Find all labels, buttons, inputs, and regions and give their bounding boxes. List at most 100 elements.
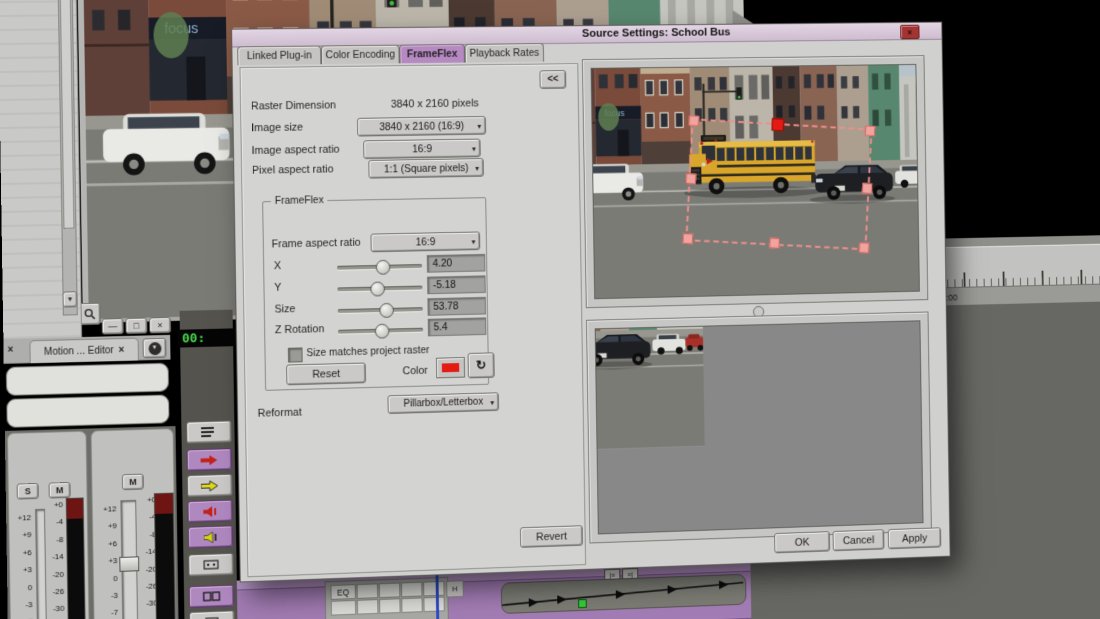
mixer-channel-2: M +12+9+6+30-3-7-11 +0-4-8-14-20-26-30 <box>91 428 178 619</box>
track-list-button[interactable] <box>186 420 231 443</box>
close-window-button[interactable]: × <box>149 317 171 333</box>
video-track-button[interactable] <box>189 585 234 608</box>
panel-close-icon[interactable]: × <box>7 345 13 356</box>
result-preview <box>595 320 924 534</box>
red-speaker-button[interactable] <box>187 500 232 523</box>
source-settings-dialog: Source Settings: School Bus × Linked Plu… <box>231 22 950 583</box>
marker-button[interactable] <box>188 553 233 576</box>
crop-handle-br[interactable] <box>859 242 870 253</box>
pixel-aspect-dropdown[interactable]: 1:1 (Square pixels)▾ <box>368 158 484 179</box>
fader-scale: +12+9+6+30-3-7-11 <box>9 513 33 619</box>
automation-clip[interactable] <box>501 574 747 614</box>
chevron-down-icon: ▾ <box>477 121 481 130</box>
z-rotation-slider[interactable] <box>338 328 423 334</box>
y-slider-thumb[interactable] <box>371 281 386 296</box>
y-value-field[interactable]: -5.18 <box>427 275 486 294</box>
z-rotation-slider-label: Z Rotation <box>275 323 325 336</box>
crop-handle-bottom[interactable] <box>769 237 780 248</box>
scene: ▼ — □ × × Motion ... Editor × ▼ S M +12+… <box>0 0 1100 619</box>
crop-handle-right[interactable] <box>862 183 873 194</box>
image-size-label: Image size <box>251 122 303 135</box>
image-aspect-label: Image aspect ratio <box>251 144 339 157</box>
level-meter <box>154 493 177 619</box>
x-slider[interactable] <box>337 264 422 270</box>
size-slider-label: Size <box>274 303 295 315</box>
z-rotation-slider-thumb[interactable] <box>375 324 390 339</box>
crop-handle-tl[interactable] <box>688 115 699 126</box>
tab-frameflex[interactable]: FrameFlex <box>399 44 465 63</box>
frameflex-legend: FrameFlex <box>271 194 328 207</box>
crop-handle-left[interactable] <box>685 173 696 184</box>
frameflex-crop-rect[interactable] <box>685 118 872 250</box>
h-cell[interactable]: H <box>446 580 464 597</box>
audio-mixer: S M +12+9+6+30-3-7-11 +0-4-8-14-20-26-30… <box>5 426 180 619</box>
pixel-aspect-label: Pixel aspect ratio <box>252 164 334 177</box>
fader-scale: +12+9+6+30-3-7-11 <box>95 504 119 619</box>
y-slider-label: Y <box>274 282 281 294</box>
image-size-dropdown[interactable]: 3840 x 2160 (16:9)▾ <box>357 116 486 137</box>
mixer-channel-1: S M +12+9+6+30-3-7-11 +0-4-8-14-20-26-30 <box>7 431 91 619</box>
mute-button[interactable]: M <box>49 482 71 499</box>
size-matches-checkbox[interactable] <box>288 347 303 362</box>
rotate-reset-icon[interactable]: ↻ <box>468 352 495 378</box>
result-preview-frame <box>586 312 932 544</box>
apply-button[interactable]: Apply <box>888 527 941 549</box>
frameflex-settings-panel: << Raster Dimension 3840 x 2160 pixels I… <box>240 63 587 577</box>
motion-editor-panel: × Motion ... Editor × ▼ <box>3 335 171 431</box>
color-swatch-button[interactable] <box>436 357 465 378</box>
size-slider[interactable] <box>338 307 423 313</box>
crop-handle-tr[interactable] <box>865 125 876 136</box>
size-slider-thumb[interactable] <box>380 303 395 318</box>
dialog-title: Source Settings: School Bus <box>582 27 730 40</box>
minimize-button[interactable]: — <box>102 318 124 334</box>
source-preview-frame <box>582 55 928 308</box>
maximize-button[interactable]: □ <box>125 318 147 334</box>
toolbar-column: ≈ <box>180 310 239 619</box>
frame-aspect-dropdown[interactable]: 16:9▾ <box>370 231 480 252</box>
tab-motion-editor[interactable]: Motion ... Editor × <box>29 338 139 364</box>
frame-aspect-label: Frame aspect ratio <box>272 237 361 251</box>
scroll-down-arrow-icon[interactable]: ▼ <box>62 291 77 307</box>
yellow-arrow-button[interactable] <box>187 474 232 497</box>
x-value-field[interactable]: 4.20 <box>427 254 486 273</box>
x-slider-label: X <box>274 260 281 272</box>
ok-button[interactable]: OK <box>774 531 830 553</box>
tab-color-encoding[interactable]: Color Encoding <box>321 45 400 65</box>
tab-linked-plug-in[interactable]: Linked Plug-in <box>237 46 321 66</box>
size-value-field[interactable]: 53.78 <box>427 297 486 316</box>
mute-button[interactable]: M <box>122 474 144 491</box>
timecode-display: 00: <box>178 328 239 347</box>
y-slider[interactable] <box>337 286 422 292</box>
image-aspect-dropdown[interactable]: 16:9▾ <box>363 139 481 159</box>
yellow-speaker-button[interactable] <box>188 525 233 548</box>
motion-editor-field[interactable] <box>6 394 169 427</box>
eq-grid: EQ <box>330 581 444 616</box>
solo-button[interactable]: S <box>17 483 39 500</box>
red-arrow-button[interactable] <box>187 448 232 471</box>
z-rotation-value-field[interactable]: 5.4 <box>428 317 487 336</box>
magnifier-icon[interactable] <box>79 303 101 325</box>
meter-scale: +0-4-8-14-20-26-30 <box>43 500 65 619</box>
raster-dimension-value: 3840 x 2160 pixels <box>363 97 507 111</box>
tab-close-icon[interactable]: × <box>119 344 125 355</box>
timecode-ruler[interactable] <box>926 241 1100 288</box>
crop-handle-top-red[interactable] <box>772 118 785 131</box>
reformat-dropdown[interactable]: Pillarbox/Letterbox▾ <box>387 392 499 414</box>
motion-editor-tabrow: × Motion ... Editor × ▼ <box>3 335 170 364</box>
dialog-close-button[interactable]: × <box>900 25 919 40</box>
bin-window: ▼ <box>0 0 82 339</box>
eq-cell[interactable]: EQ <box>330 584 355 600</box>
bin-scrollbar[interactable] <box>58 0 78 316</box>
tab-playback-rates[interactable]: Playback Rates <box>465 43 544 62</box>
x-slider-thumb[interactable] <box>375 260 390 275</box>
collapse-button[interactable]: << <box>539 70 566 89</box>
reset-button[interactable]: Reset <box>286 363 366 386</box>
clip-button[interactable] <box>189 610 234 619</box>
panel-menu-button[interactable]: ▼ <box>143 338 167 358</box>
crop-handle-bl[interactable] <box>682 233 693 244</box>
revert-button[interactable]: Revert <box>520 525 583 548</box>
chevron-down-icon: ▾ <box>490 397 494 406</box>
cancel-button[interactable]: Cancel <box>833 529 885 551</box>
motion-editor-field[interactable] <box>6 363 169 396</box>
green-keyframe[interactable] <box>578 599 587 608</box>
